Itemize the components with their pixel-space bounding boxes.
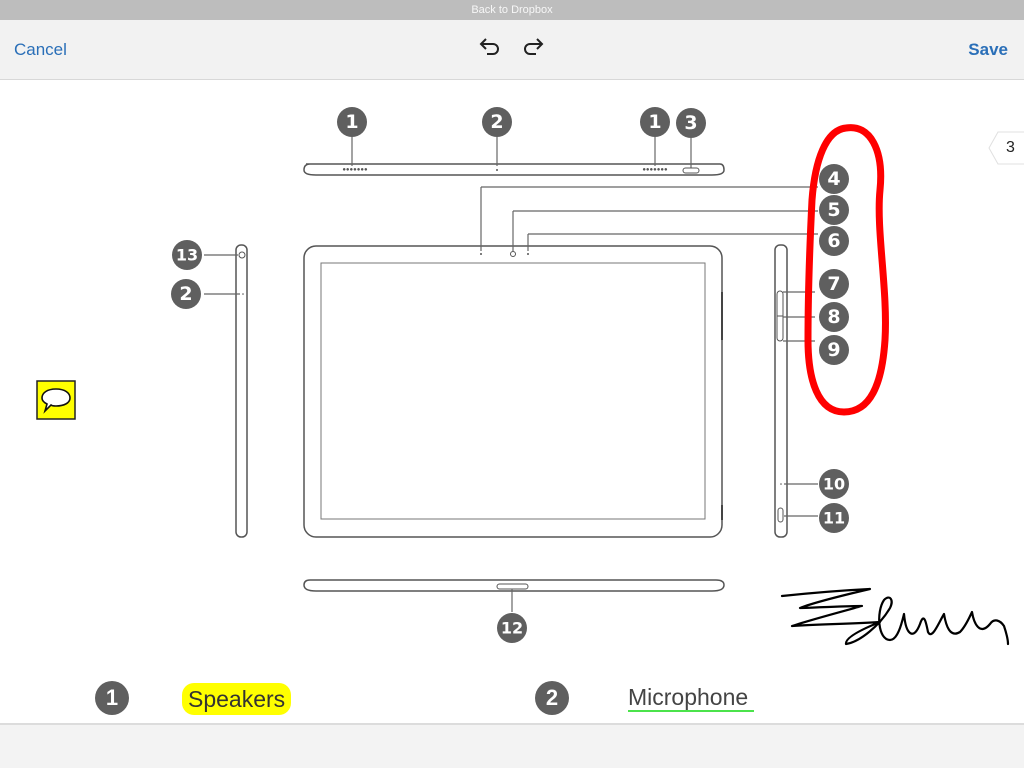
page-number: 3 [1006,139,1015,156]
svg-text:●●●●●●●: ●●●●●●● [642,167,668,173]
legend-label-speakers: Speakers [182,683,292,715]
callout-right-5: 5 [819,195,849,225]
svg-text:4: 4 [827,168,840,190]
legend-number-2: 2 [535,681,569,715]
svg-text:6: 6 [827,230,840,252]
tablet-front-view [303,186,818,538]
svg-text:7: 7 [827,273,840,295]
callout-top-1b: 1 [640,107,670,137]
tablet-left-side [204,244,248,538]
svg-text:3: 3 [684,112,697,134]
svg-text:9: 9 [827,339,840,361]
signature-annotation[interactable] [780,587,1010,646]
callout-right-4: 4 [819,164,849,194]
tablet-bottom-edge [303,579,725,612]
svg-text:11: 11 [823,509,845,528]
callout-top-3: 3 [676,108,706,138]
speech-bubble-icon [36,380,76,420]
legend-number-1: 1 [95,681,129,715]
svg-text:2: 2 [179,283,192,305]
svg-text:12: 12 [501,619,523,638]
red-circle-annotation[interactable] [804,124,889,416]
sticky-note-annotation[interactable] [36,380,76,420]
callout-top-1a: 1 [337,107,367,137]
callout-left-2: 2 [171,279,201,309]
svg-text:1: 1 [345,111,358,133]
callout-right-7: 7 [819,269,849,299]
svg-text:8: 8 [827,306,840,328]
callout-right-11: 11 [819,503,849,533]
callout-right-8: 8 [819,302,849,332]
bottom-toolbar [0,723,1024,768]
svg-text:13: 13 [176,246,198,265]
callout-right-9: 9 [819,335,849,365]
callout-left-13: 13 [172,240,202,270]
callout-right-6: 6 [819,226,849,256]
tablet-diagram: ●●●●●●● ●●●●●●● 1 2 1 3 13 2 4 5 6 7 8 9… [171,107,1010,646]
page-number-tab[interactable]: 3 [988,131,1024,165]
legend-label-microphone: Microphone [628,684,755,712]
tablet-top-edge: ●●●●●●● ●●●●●●● [303,137,725,176]
callout-right-10: 10 [819,469,849,499]
svg-text:5: 5 [827,199,840,221]
svg-text:10: 10 [823,475,845,494]
callout-bottom-12: 12 [497,613,527,643]
svg-text:1: 1 [648,111,661,133]
svg-text:2: 2 [490,111,503,133]
svg-text:●●●●●●●: ●●●●●●● [342,167,368,173]
callout-top-2: 2 [482,107,512,137]
